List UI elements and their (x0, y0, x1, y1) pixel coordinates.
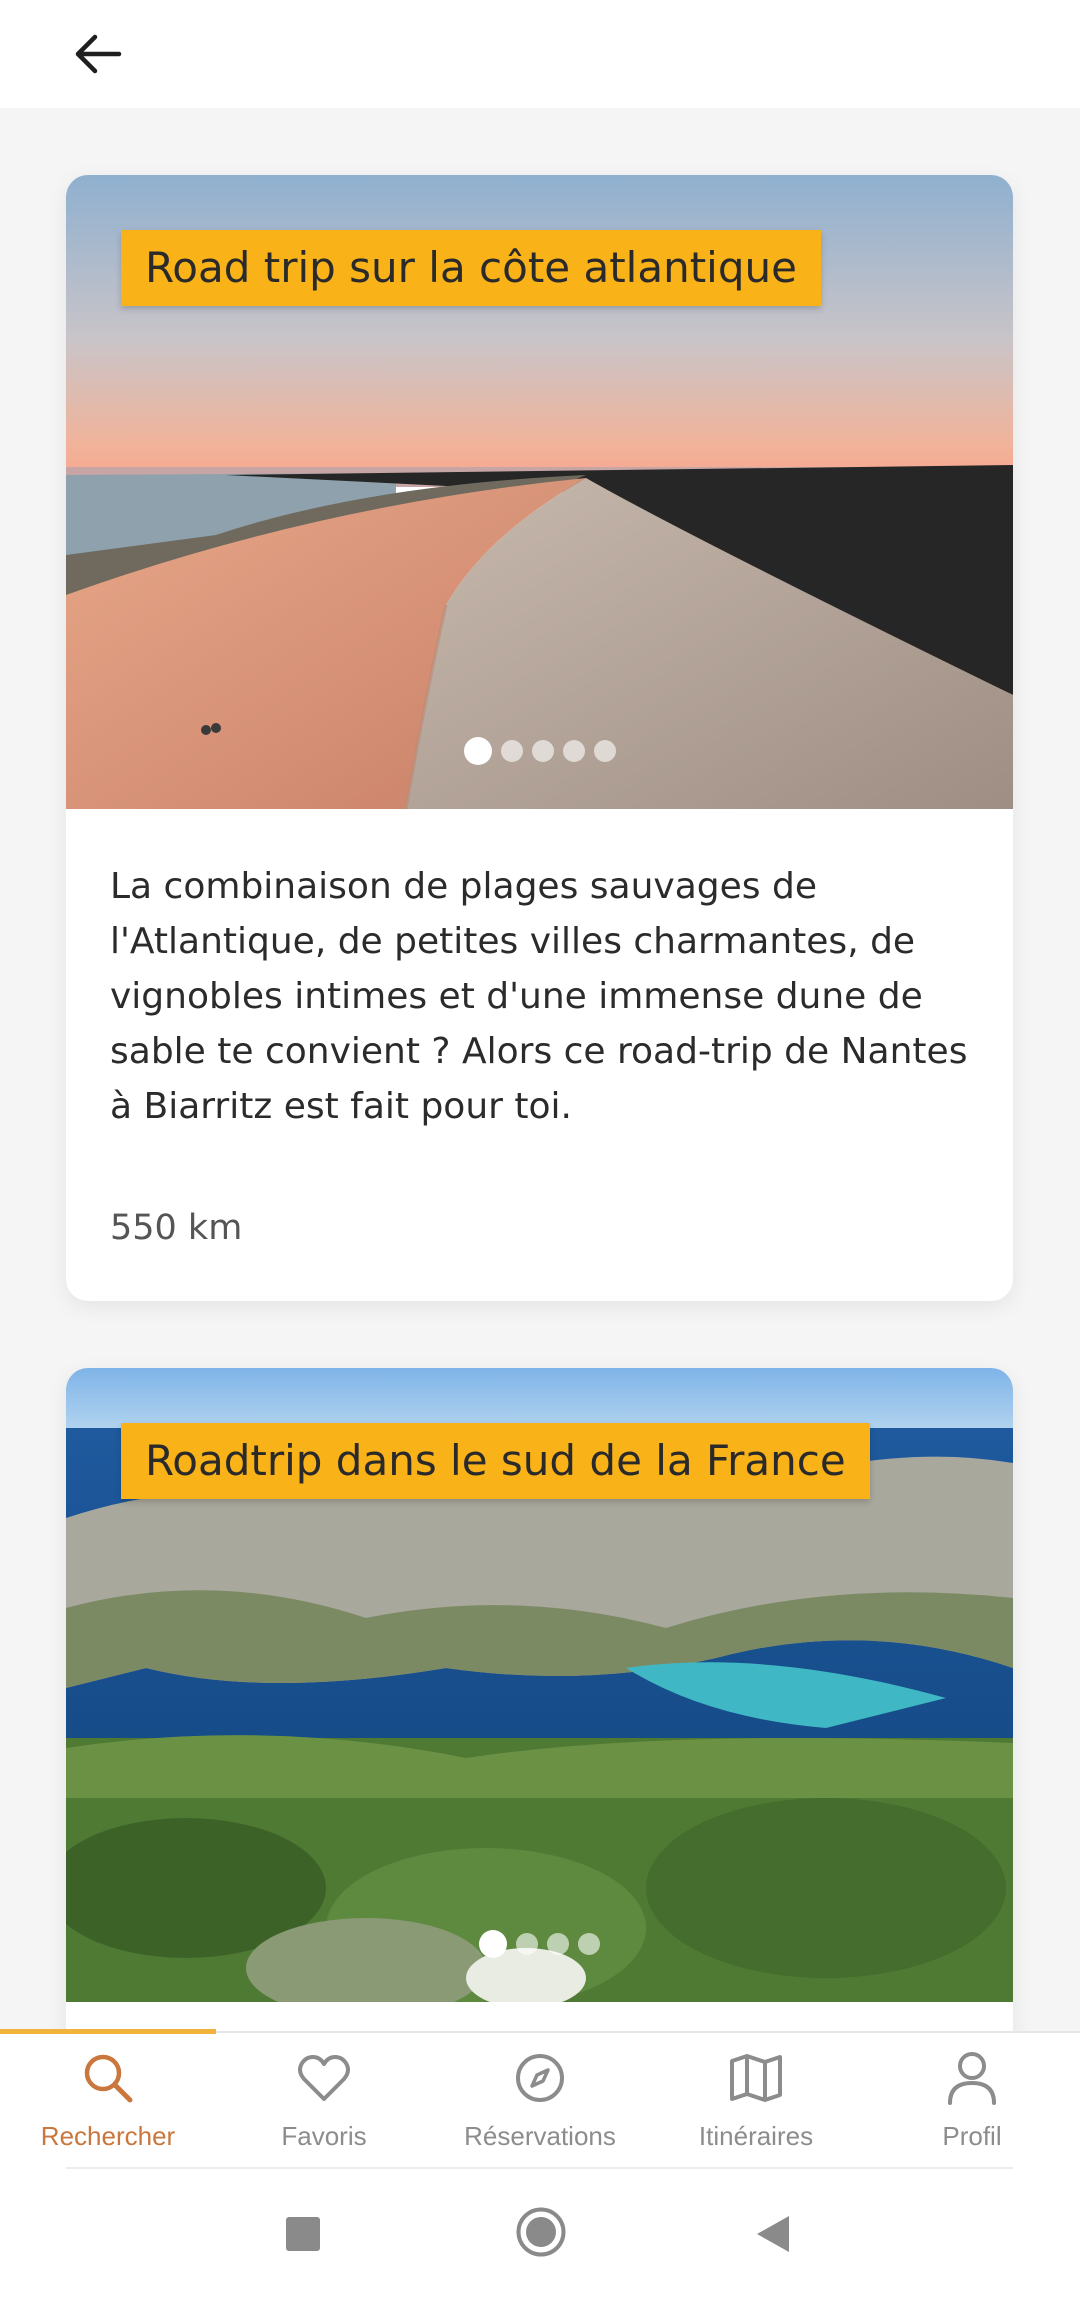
card-image-carousel[interactable]: Roadtrip dans le sud de la France (66, 1368, 1013, 2002)
home-button[interactable] (515, 2206, 567, 2263)
top-app-bar (0, 0, 1080, 108)
nav-label: Favoris (281, 2121, 367, 2151)
user-icon (943, 2049, 1001, 2107)
card-title: Road trip sur la côte atlantique (121, 230, 821, 306)
nav-item-itineraires[interactable]: Itinéraires (648, 2033, 864, 2170)
card-distance: 550 km (110, 1208, 243, 1248)
nav-label: Profil (942, 2121, 1002, 2151)
roadtrip-card[interactable]: Roadtrip dans le sud de la France (66, 1368, 1013, 2068)
system-back-button[interactable] (755, 2214, 791, 2259)
nav-label: Rechercher (40, 2121, 176, 2151)
map-icon (727, 2049, 785, 2107)
carousel-dot[interactable] (578, 1933, 600, 1955)
nav-item-profil[interactable]: Profil (864, 2033, 1080, 2170)
recents-button[interactable] (285, 2216, 321, 2257)
system-navigation-bar (0, 2170, 1080, 2297)
card-description: La combinaison de plages sauvages de l'A… (110, 866, 968, 1127)
carousel-dot[interactable] (463, 737, 492, 765)
nav-item-reservations[interactable]: Réservations (432, 2033, 648, 2170)
card-title: Roadtrip dans le sud de la France (121, 1423, 870, 1499)
triangle-back-icon (757, 2216, 789, 2252)
bottom-navigation: Rechercher Favoris Réservations Itinérai… (0, 2029, 1080, 2170)
carousel-dot[interactable] (479, 1930, 507, 1958)
roadtrip-card[interactable]: Road trip sur la côte atlantique La comb… (66, 175, 1013, 1301)
carousel-dot[interactable] (593, 740, 616, 762)
arrow-left-icon (75, 34, 122, 74)
home-circle-icon (516, 2207, 566, 2257)
nav-item-rechercher[interactable]: Rechercher (0, 2033, 216, 2170)
back-button[interactable] (66, 22, 130, 86)
carousel-dot[interactable] (531, 740, 554, 762)
nav-item-favoris[interactable]: Favoris (216, 2033, 432, 2170)
compass-icon (511, 2049, 569, 2107)
card-image-carousel[interactable]: Road trip sur la côte atlantique (66, 175, 1013, 809)
carousel-dot[interactable] (562, 740, 585, 762)
square-icon (286, 2217, 320, 2251)
carousel-dot[interactable] (516, 1933, 538, 1955)
heart-icon (295, 2049, 353, 2107)
search-icon (79, 2049, 137, 2107)
nav-label: Réservations (464, 2121, 616, 2151)
carousel-indicator (66, 737, 1013, 765)
carousel-dot[interactable] (500, 740, 523, 762)
carousel-indicator (66, 1930, 1013, 1958)
carousel-dot[interactable] (547, 1933, 569, 1955)
divider (66, 2167, 1013, 2169)
nav-label: Itinéraires (698, 2121, 814, 2151)
